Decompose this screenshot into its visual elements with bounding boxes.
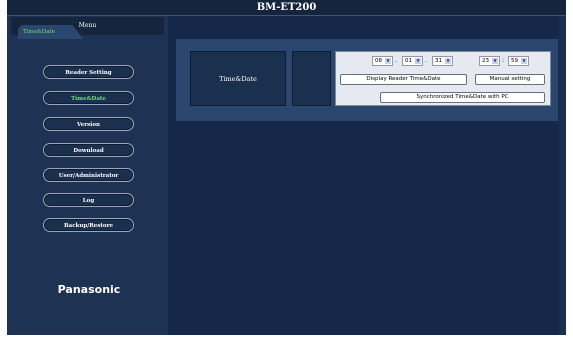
nav-log-button[interactable]: Log	[43, 193, 134, 207]
hour-value: 23	[482, 58, 489, 64]
display-reader-time-date-button[interactable]: Display Reader Time&Date	[340, 74, 467, 85]
nav-version-button[interactable]: Version	[43, 117, 134, 131]
year-value: 08	[375, 58, 382, 64]
panasonic-logo: Panasonic	[57, 283, 121, 296]
month-select[interactable]: 01 ▼	[402, 56, 423, 66]
chevron-down-icon: ▼	[492, 58, 498, 64]
chevron-down-icon: ▼	[385, 58, 391, 64]
nav-download-button[interactable]: Download	[43, 143, 134, 157]
nav-backup-restore-button[interactable]: Backup/Restore	[43, 218, 134, 232]
date-separator: .	[425, 57, 427, 64]
minute-value: 59	[511, 58, 518, 64]
chevron-down-icon: ▼	[415, 58, 421, 64]
minute-select[interactable]: 59 ▼	[508, 56, 529, 66]
manual-setting-button[interactable]: Manual setting	[475, 74, 545, 85]
chevron-down-icon: ▼	[521, 58, 527, 64]
time-separator: :	[502, 57, 505, 64]
title-bar: BM-ET200	[7, 0, 566, 16]
row-spacer	[292, 51, 331, 106]
date-separator: .	[395, 57, 397, 64]
time-date-controls: 08 ▼ . 01 ▼ . 31 ▼ 23 ▼ : 59 ▼ Display Reader…	[335, 51, 551, 106]
nav-time-date-button[interactable]: Time&Date	[43, 91, 134, 105]
nav-user-administrator-button[interactable]: User/Administrator	[43, 168, 134, 182]
hour-select[interactable]: 23 ▼	[479, 56, 500, 66]
month-value: 01	[405, 58, 412, 64]
chevron-down-icon: ▼	[445, 58, 451, 64]
day-select[interactable]: 31 ▼	[432, 56, 453, 66]
sync-time-date-with-pc-button[interactable]: Synchronized Time&Date with PC	[380, 92, 545, 103]
row-label: Time&Date	[190, 51, 286, 106]
tab-time-date[interactable]: Time&Date	[18, 25, 83, 39]
nav-reader-setting-button[interactable]: Reader Setting	[43, 65, 134, 79]
year-select[interactable]: 08 ▼	[372, 56, 393, 66]
app-title: BM-ET200	[256, 2, 317, 13]
day-value: 31	[435, 58, 442, 64]
